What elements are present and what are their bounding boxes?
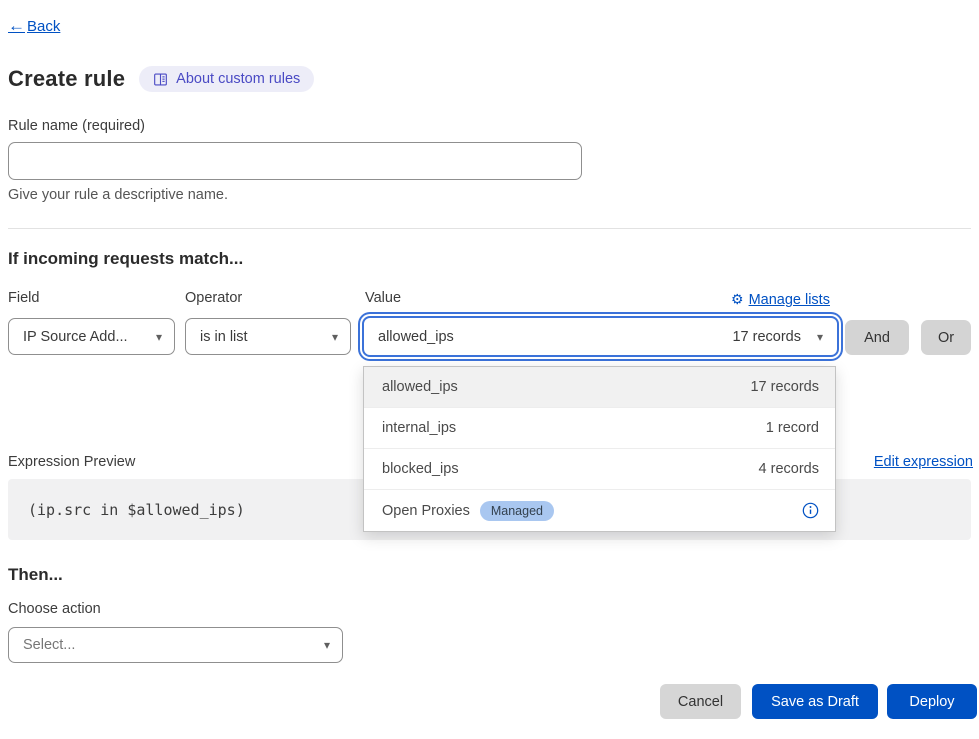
- list-option-name: blocked_ips: [382, 461, 459, 477]
- deploy-button[interactable]: Deploy: [887, 684, 977, 719]
- list-option-detail: 1 record: [766, 420, 819, 436]
- list-dropdown: allowed_ips 17 records internal_ips 1 re…: [363, 366, 836, 532]
- chevron-down-icon: ▾: [332, 331, 338, 343]
- field-select-value: IP Source Add...: [23, 329, 128, 345]
- managed-badge: Managed: [480, 501, 554, 521]
- chevron-down-icon: ▾: [156, 331, 162, 343]
- operator-select[interactable]: is in list ▾: [185, 318, 351, 355]
- then-heading: Then...: [8, 565, 63, 585]
- edit-expression-link[interactable]: Edit expression: [874, 454, 973, 470]
- about-custom-rules-label: About custom rules: [176, 71, 300, 87]
- rule-name-helper: Give your rule a descriptive name.: [8, 187, 228, 203]
- field-label: Field: [8, 290, 39, 306]
- action-select-placeholder: Select...: [23, 637, 75, 653]
- info-icon[interactable]: [802, 502, 819, 519]
- list-option-blocked-ips[interactable]: blocked_ips 4 records: [364, 449, 835, 490]
- save-as-draft-button[interactable]: Save as Draft: [752, 684, 878, 719]
- expression-preview-label: Expression Preview: [8, 454, 135, 470]
- value-record-count: 17 records: [732, 329, 801, 345]
- value-label: Value: [365, 290, 401, 306]
- operator-label: Operator: [185, 290, 242, 306]
- action-select[interactable]: Select... ▾: [8, 627, 343, 663]
- list-option-allowed-ips[interactable]: allowed_ips 17 records: [364, 367, 835, 408]
- choose-action-label: Choose action: [8, 601, 101, 617]
- list-option-open-proxies[interactable]: Open Proxies Managed: [364, 490, 835, 531]
- rule-name-input[interactable]: [8, 142, 582, 180]
- or-button[interactable]: Or: [921, 320, 971, 355]
- value-select[interactable]: allowed_ips 17 records ▾: [362, 316, 839, 357]
- list-option-name: allowed_ips: [382, 379, 458, 395]
- section-divider: [8, 228, 971, 229]
- cancel-button[interactable]: Cancel: [660, 684, 741, 719]
- and-button[interactable]: And: [845, 320, 909, 355]
- manage-lists-link[interactable]: ⚙ Manage lists: [731, 291, 838, 308]
- back-label: Back: [27, 18, 60, 35]
- field-select[interactable]: IP Source Add... ▾: [8, 318, 175, 355]
- gear-icon: ⚙: [731, 291, 744, 308]
- operator-select-value: is in list: [200, 329, 248, 345]
- manage-lists-label: Manage lists: [749, 292, 830, 308]
- about-custom-rules-link[interactable]: About custom rules: [139, 66, 314, 92]
- book-icon: [153, 72, 168, 87]
- expression-code: (ip.src in $allowed_ips): [28, 501, 245, 519]
- rule-name-label: Rule name (required): [8, 118, 145, 134]
- create-rule-page: ←Back Create rule About custom rules Rul…: [0, 0, 979, 739]
- list-option-name: Open Proxies: [382, 503, 470, 519]
- back-arrow-icon: ←: [8, 16, 25, 36]
- list-option-detail: 4 records: [759, 461, 819, 477]
- value-select-value: allowed_ips: [378, 329, 454, 345]
- list-option-name: internal_ips: [382, 420, 456, 436]
- page-title: Create rule: [8, 66, 125, 92]
- chevron-down-icon: ▾: [817, 331, 823, 343]
- chevron-down-icon: ▾: [324, 639, 330, 651]
- match-heading: If incoming requests match...: [8, 249, 243, 269]
- back-link[interactable]: ←Back: [8, 16, 60, 36]
- list-option-internal-ips[interactable]: internal_ips 1 record: [364, 408, 835, 449]
- list-option-detail: 17 records: [750, 379, 819, 395]
- header: Create rule About custom rules: [8, 66, 314, 92]
